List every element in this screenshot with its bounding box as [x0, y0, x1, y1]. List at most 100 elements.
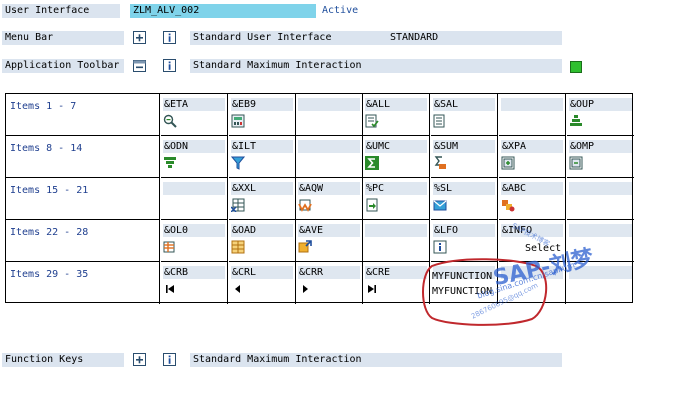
select-all-icon	[365, 114, 379, 128]
calculator-icon	[231, 114, 245, 128]
function-code-field[interactable]	[569, 224, 632, 237]
first-column-icon	[163, 282, 177, 296]
row-label: Items 15 - 21	[6, 178, 160, 220]
menu-bar-field[interactable]: Standard User Interface STANDARD	[190, 31, 562, 45]
info-icon[interactable]	[163, 59, 176, 72]
toolbar-item-cell[interactable]: &UMC	[363, 136, 430, 178]
toolbar-item-cell[interactable]	[567, 262, 634, 304]
info-icon[interactable]	[163, 353, 176, 366]
toolbar-item-cell[interactable]	[499, 94, 566, 136]
info-icon[interactable]	[163, 31, 176, 44]
function-code-field[interactable]: &CRL	[231, 266, 293, 279]
select-text: Select	[525, 243, 562, 254]
toolbar-item-cell[interactable]: %SL	[431, 178, 498, 220]
toolbar-item-cell[interactable]	[296, 94, 363, 136]
function-code-field[interactable]: &AQW	[298, 182, 360, 195]
application-toolbar-label: Application Toolbar	[2, 59, 124, 73]
function-code-field[interactable]: &XXL	[231, 182, 293, 195]
function-code-field[interactable]	[501, 98, 563, 111]
total-icon	[365, 156, 379, 170]
row-label: Items 1 - 7	[6, 94, 160, 136]
function-code-field[interactable]: &ILT	[231, 140, 293, 153]
toolbar-item-cell[interactable]	[567, 220, 634, 262]
zoom-icon	[163, 114, 177, 128]
function-code-field[interactable]: &EB9	[231, 98, 293, 111]
last-column-icon	[365, 282, 379, 296]
status-text: Active	[322, 5, 359, 16]
user-interface-label: User Interface	[2, 4, 120, 18]
toolbar-item-cell[interactable]: &ALL	[363, 94, 430, 136]
highlight-ellipse	[422, 258, 548, 326]
function-code-field[interactable]: &OAD	[231, 224, 293, 237]
function-code-field[interactable]: &ODN	[163, 140, 225, 153]
toolbar-item-cell[interactable]: &CRB	[161, 262, 228, 304]
function-code-field[interactable]: &AVE	[298, 224, 360, 237]
row-label: Items 22 - 28	[6, 220, 160, 262]
change-layout-icon	[163, 240, 177, 254]
function-code-field[interactable]	[163, 182, 225, 195]
function-code-field[interactable]: &UMC	[365, 140, 427, 153]
toolbar-item-cell[interactable]	[161, 178, 228, 220]
toolbar-item-cell[interactable]	[296, 136, 363, 178]
toolbar-item-cell[interactable]: &OAD	[229, 220, 296, 262]
toolbar-item-cell[interactable]: &XXL	[229, 178, 296, 220]
function-code-field[interactable]: &SUM	[433, 140, 495, 153]
toolbar-item-cell[interactable]: %PC	[363, 178, 430, 220]
toolbar-item-cell[interactable]: &OUP	[567, 94, 634, 136]
previous-column-icon	[231, 282, 245, 296]
toolbar-item-cell[interactable]	[363, 220, 430, 262]
function-code-field[interactable]: %PC	[365, 182, 427, 195]
function-code-field[interactable]	[298, 98, 360, 111]
menu-painter-screen: User Interface ZLM_ALV_002 Active Menu B…	[0, 0, 690, 401]
collapse-icon[interactable]	[133, 59, 146, 72]
toolbar-item-cell[interactable]: &OL0	[161, 220, 228, 262]
toolbar-item-cell[interactable]: &CRR	[296, 262, 363, 304]
function-keys-field[interactable]: Standard Maximum Interaction	[190, 353, 562, 367]
toolbar-item-cell[interactable]: &XPA	[499, 136, 566, 178]
application-toolbar-field[interactable]: Standard Maximum Interaction	[190, 59, 562, 73]
toolbar-item-cell[interactable]: &AQW	[296, 178, 363, 220]
function-code-field[interactable]: &OMP	[569, 140, 632, 153]
expand-icon[interactable]	[133, 31, 146, 44]
expand-icon[interactable]	[133, 353, 146, 366]
user-interface-field[interactable]: ZLM_ALV_002	[130, 4, 316, 18]
toolbar-item-cell[interactable]: &ETA	[161, 94, 228, 136]
function-code-field[interactable]	[365, 224, 427, 237]
function-code-field[interactable]: &OL0	[163, 224, 225, 237]
information-icon	[433, 240, 447, 254]
toolbar-item-cell[interactable]: &SUM	[431, 136, 498, 178]
function-code-field[interactable]: &ALL	[365, 98, 427, 111]
function-code-field[interactable]: %SL	[433, 182, 495, 195]
toolbar-item-cell[interactable]: &OMP	[567, 136, 634, 178]
spreadsheet-icon	[231, 198, 245, 212]
function-code-field[interactable]: &SAL	[433, 98, 495, 111]
function-code-field[interactable]: &INFO	[501, 224, 563, 237]
toolbar-item-cell[interactable]: &ABC	[499, 178, 566, 220]
toolbar-item-cell[interactable]: &LFO	[431, 220, 498, 262]
function-code-field[interactable]: &ABC	[501, 182, 563, 195]
function-code-field[interactable]	[569, 266, 632, 279]
function-code-field[interactable]: &ETA	[163, 98, 225, 111]
function-code-field[interactable]: &XPA	[501, 140, 563, 153]
toolbar-item-cell[interactable]: &SAL	[431, 94, 498, 136]
filter-icon	[231, 156, 245, 170]
local-file-icon	[365, 198, 379, 212]
function-code-field[interactable]: &OUP	[569, 98, 632, 111]
toolbar-item-cell[interactable]: &ODN	[161, 136, 228, 178]
toolbar-item-cell[interactable]: &ILT	[229, 136, 296, 178]
mail-recipient-icon	[433, 198, 447, 212]
select-layout-icon	[231, 240, 245, 254]
subtotal-icon	[433, 156, 447, 170]
toolbar-item-cell[interactable]: &AVE	[296, 220, 363, 262]
green-square-icon	[569, 60, 582, 73]
toolbar-item-cell[interactable]: &EB9	[229, 94, 296, 136]
sort-descending-icon	[163, 156, 177, 170]
toolbar-item-cell[interactable]: &INFO	[499, 220, 566, 262]
function-code-field[interactable]: &CRR	[298, 266, 360, 279]
toolbar-item-cell[interactable]	[567, 178, 634, 220]
function-code-field[interactable]: &LFO	[433, 224, 495, 237]
function-code-field[interactable]	[298, 140, 360, 153]
toolbar-item-cell[interactable]: &CRL	[229, 262, 296, 304]
function-code-field[interactable]: &CRB	[163, 266, 225, 279]
function-code-field[interactable]	[569, 182, 632, 195]
